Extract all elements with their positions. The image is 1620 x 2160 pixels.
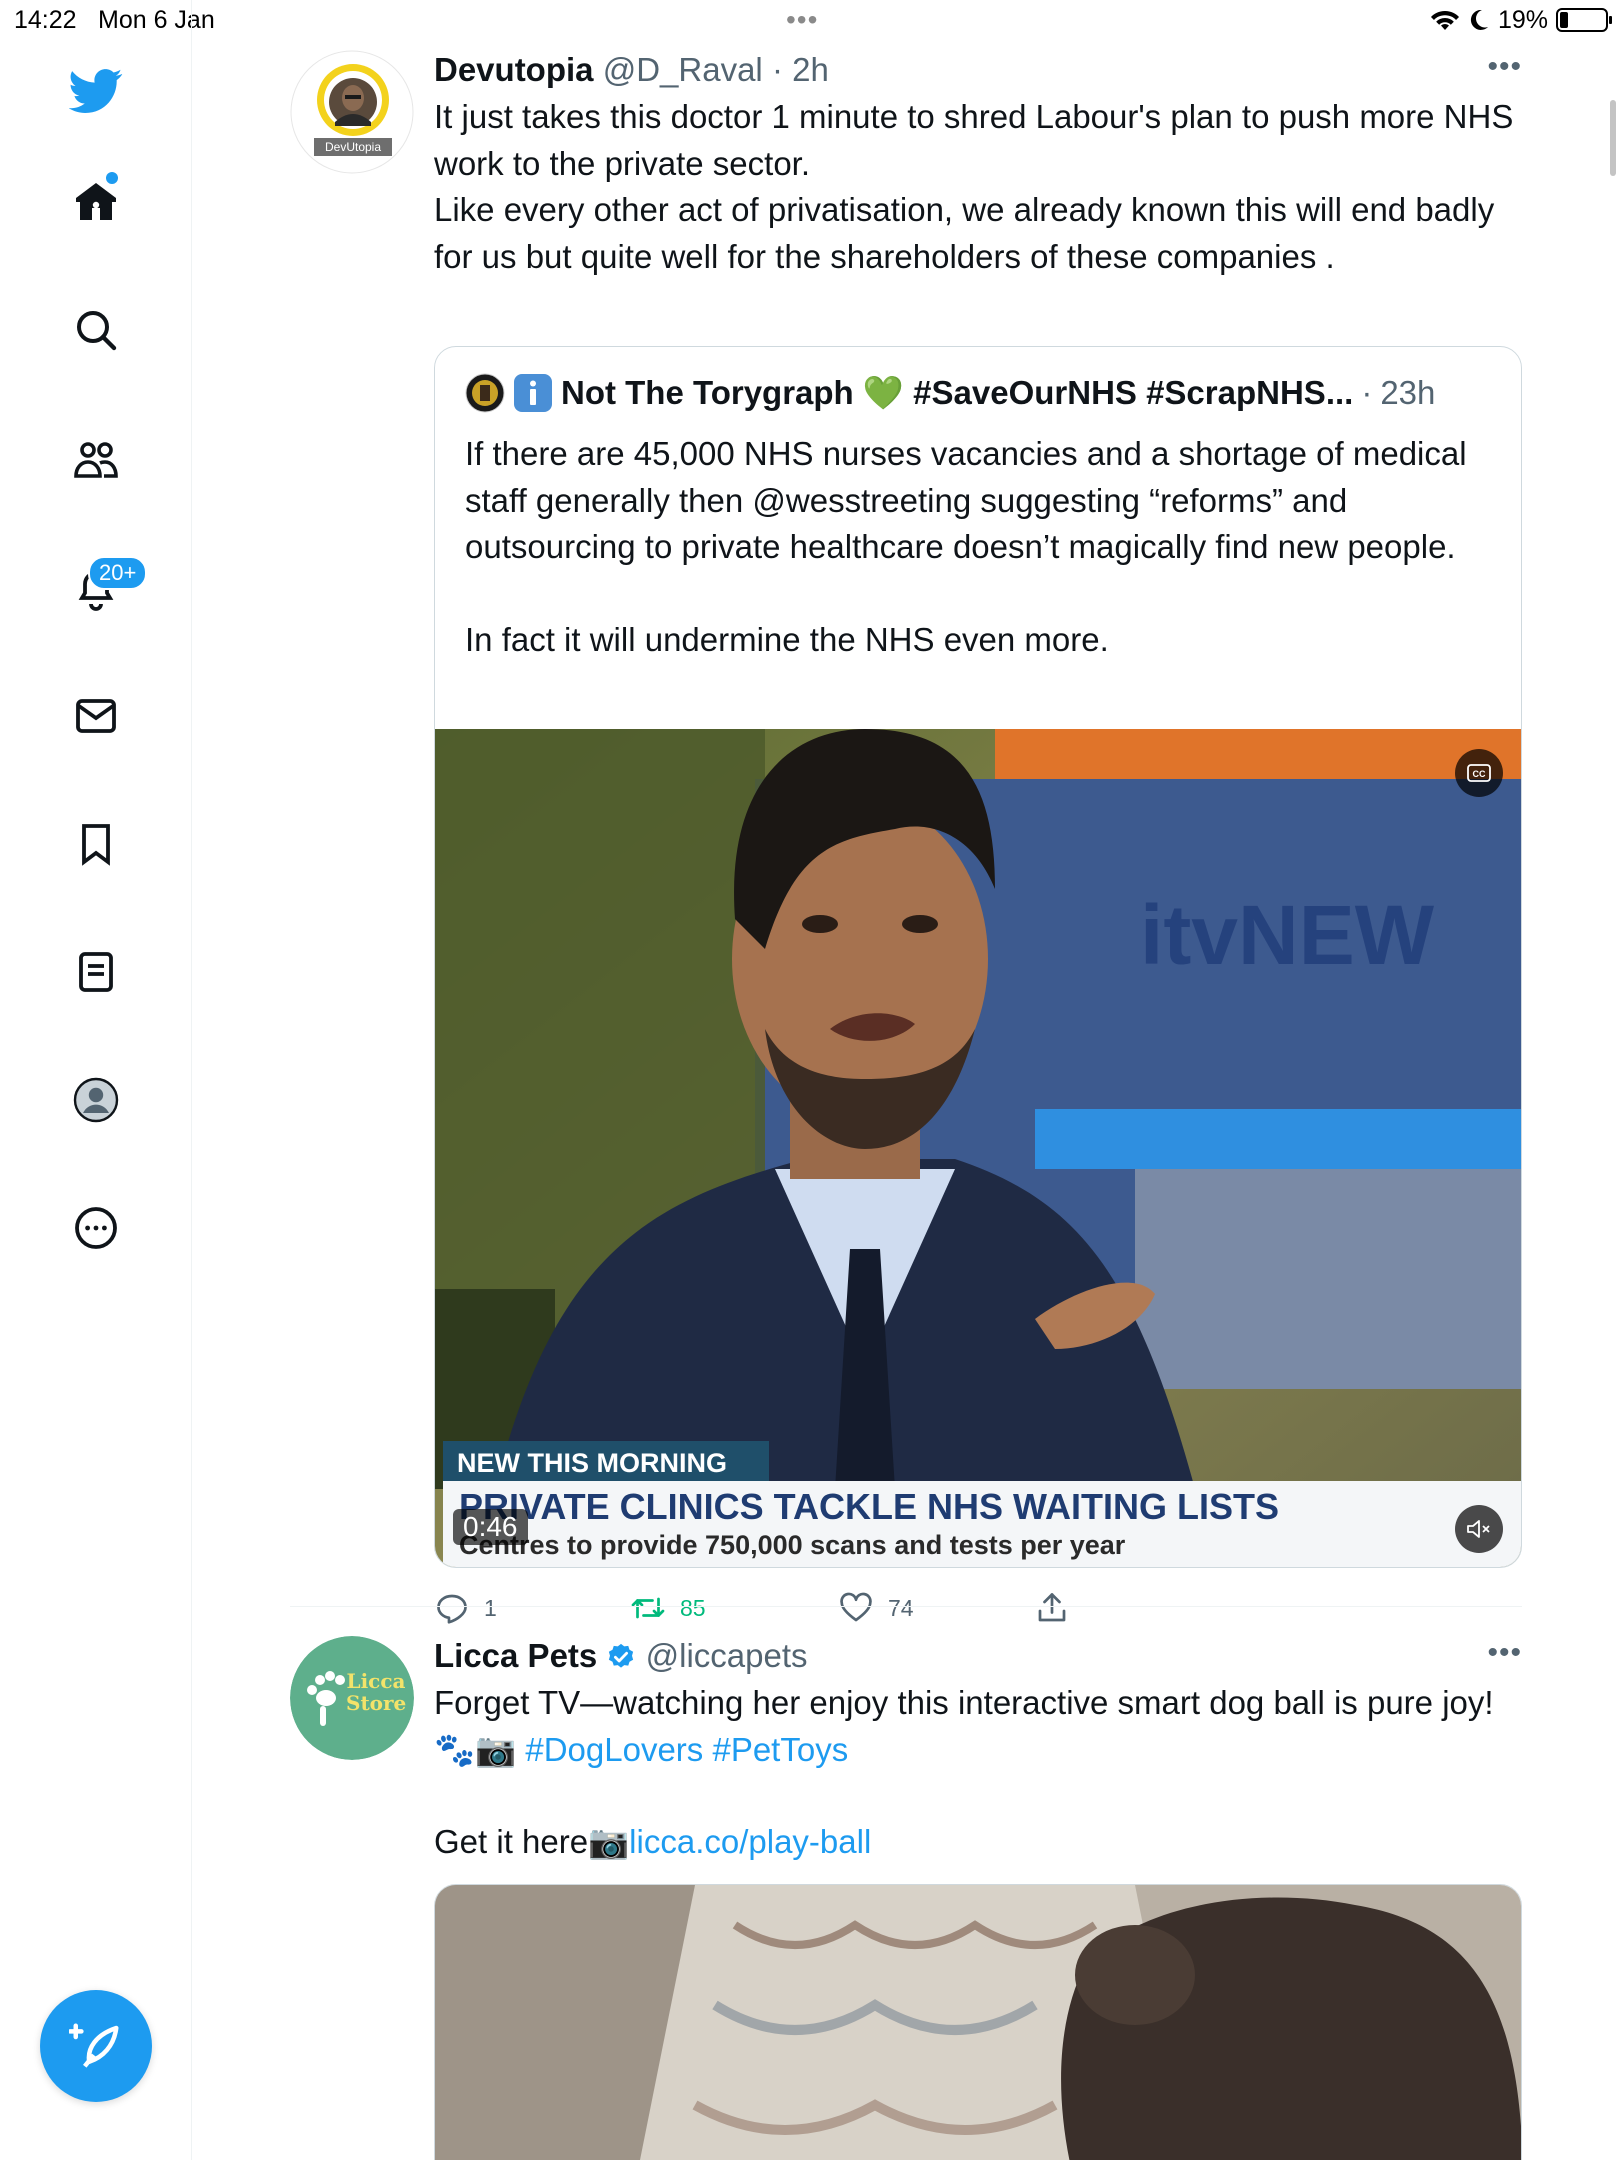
tweet-header: Devutopia @D_Raval · 2h [434,50,1522,90]
retweet-button[interactable]: 85 [630,1590,706,1626]
retweet-count: 85 [680,1594,706,1621]
tweet-more-menu-icon[interactable]: ••• [1487,50,1522,84]
video-frame: itvNEW NEW THIS MORNING PRIVATE CLINICS … [435,729,1521,1567]
quoted-author-name[interactable]: Not The Torygraph 💚 #SaveOurNHS #ScrapNH… [561,373,1353,413]
wifi-icon [1430,11,1459,30]
lower-third-subline: Centres to provide 750,000 scans and tes… [459,1530,1126,1560]
messages-icon[interactable] [70,690,122,742]
reply-icon [437,1594,467,1624]
lower-third-headline: PRIVATE CLINICS TACKLE NHS WAITING LISTS [459,1486,1279,1527]
speaker-muted-icon [1467,1520,1490,1538]
quoted-header-separator: · [1361,374,1373,411]
more-options-icon[interactable] [70,1202,122,1254]
tweet[interactable]: DevUtopia Devutopia @D_Raval · 2h ••• It… [290,50,1522,1624]
share-button[interactable] [1034,1590,1070,1626]
tweet-actions: 1 85 74 [434,1590,1134,1630]
heart-icon [840,1592,872,1622]
feather-plus-icon [69,2023,119,2068]
quoted-author-avatar[interactable] [465,373,505,413]
video-thumbnail[interactable] [434,1884,1522,2160]
status-indicators: 19% [1430,4,1612,36]
video-player[interactable]: itvNEW NEW THIS MORNING PRIVATE CLINICS … [435,729,1521,1567]
info-icon [514,374,552,412]
communities-icon[interactable] [70,434,122,486]
tweet-header: Licca Pets @liccapets [434,1636,1522,1676]
scroll-indicator[interactable] [1610,100,1616,176]
author-handle[interactable]: @D_Raval [603,51,763,88]
lower-third-tag: NEW THIS MORNING [457,1448,727,1478]
profile-avatar-icon[interactable] [70,1074,122,1126]
promo-link[interactable]: licca.co/play-ball [629,1823,871,1860]
battery-icon [1556,8,1612,32]
tweet[interactable]: Licca Store Licca Pets @liccapets ••• Fo… [290,1636,1522,2160]
sidebar: 20+ [0,0,192,2160]
channel-watermark: itvNEW [1140,888,1435,982]
tweet-time[interactable]: 2h [792,51,829,88]
moon-icon [1470,9,1488,30]
status-bar: 14:22 Mon 6 Jan ••• 19% [0,0,1620,40]
reply-count: 1 [484,1594,497,1621]
tweet-text: Forget TV—watching her enjoy this intera… [434,1680,1522,1773]
share-icon [1038,1593,1066,1622]
quoted-tweet-text: If there are 45,000 NHS nurses vacancies… [465,435,1467,658]
bookmarks-icon[interactable] [70,818,122,870]
home-unread-dot [106,172,118,184]
author-name[interactable]: Licca Pets [434,1637,597,1674]
home-icon[interactable] [70,176,122,228]
author-name[interactable]: Devutopia [434,51,594,88]
author-handle[interactable]: @liccapets [646,1637,808,1674]
verified-badge-icon [609,1643,634,1668]
avatar-label: DevUtopia [324,140,382,154]
twitter-logo-icon[interactable] [66,64,126,116]
dog-video-frame [435,1885,1521,2160]
battery-percent: 19% [1497,5,1548,34]
svg-text:CC: CC [1473,769,1486,779]
closed-captions-button[interactable]: CC [1455,749,1503,797]
video-duration: 0:46 [453,1509,528,1545]
mute-button[interactable] [1455,1505,1503,1553]
notifications-badge: 20+ [88,556,148,590]
quoted-tweet[interactable]: Not The Torygraph 💚 #SaveOurNHS #ScrapNH… [434,346,1522,1568]
reply-button[interactable]: 1 [434,1590,497,1626]
cta-text: Get it here📷 [434,1823,630,1860]
retweet-icon [631,1597,665,1619]
lists-icon[interactable] [70,946,122,998]
avatar-label: Licca Store [346,1669,407,1715]
tweet-text: It just takes this doctor 1 minute to sh… [434,98,1514,275]
author-avatar[interactable]: DevUtopia [290,50,414,174]
author-avatar[interactable]: Licca Store [290,1636,414,1760]
tweet-text-cta: Get it here📷licca.co/play-ball [434,1819,1522,1866]
like-button[interactable]: 74 [838,1590,914,1626]
header-separator: · [771,51,783,88]
captions-icon: CC [1467,764,1491,782]
tweet-divider [290,1606,1522,1607]
compose-tweet-button[interactable] [40,1990,152,2102]
search-icon[interactable] [70,304,122,356]
hashtags[interactable]: #DogLovers #PetToys [525,1731,848,1768]
quoted-tweet-header: Not The Torygraph 💚 #SaveOurNHS #ScrapNH… [465,373,1435,413]
multitasking-dots-icon[interactable]: ••• [786,4,818,36]
like-count: 74 [888,1594,914,1621]
quoted-tweet-time[interactable]: 23h [1380,373,1435,413]
tweet-more-menu-icon[interactable]: ••• [1487,1636,1522,1670]
